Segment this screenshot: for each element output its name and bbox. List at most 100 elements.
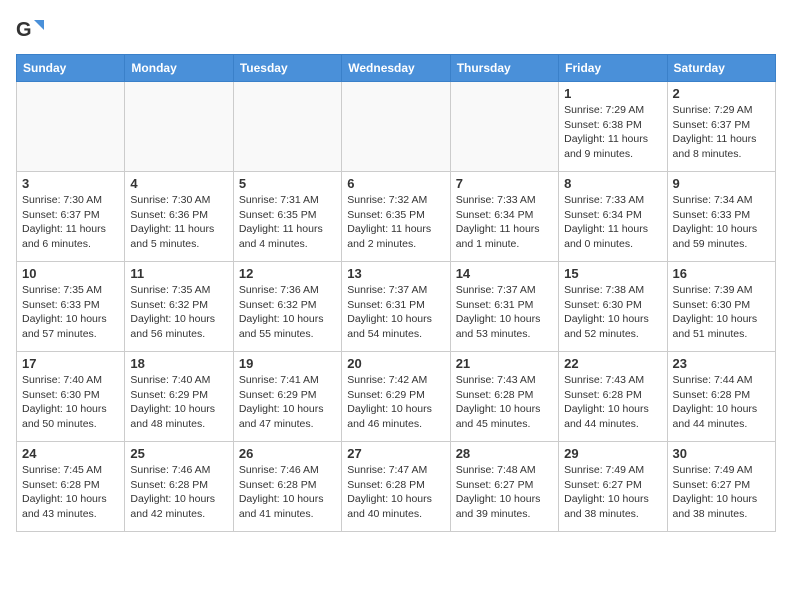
page-header: G bbox=[16, 16, 776, 44]
calendar-cell: 6 Sunrise: 7:32 AMSunset: 6:35 PMDaylight… bbox=[342, 172, 450, 262]
weekday-header-sunday: Sunday bbox=[17, 55, 125, 82]
day-number: 20 bbox=[347, 356, 444, 371]
calendar-cell: 10 Sunrise: 7:35 AMSunset: 6:33 PMDayligh… bbox=[17, 262, 125, 352]
calendar-cell: 9Sunrise: 7:34 AMSunset: 6:33 PMDaylight… bbox=[667, 172, 775, 262]
day-number: 3 bbox=[22, 176, 119, 191]
calendar-cell bbox=[450, 82, 558, 172]
calendar-header-row: SundayMondayTuesdayWednesdayThursdayFrid… bbox=[17, 55, 776, 82]
day-number: 24 bbox=[22, 446, 119, 461]
day-info: Sunrise: 7:31 AMSunset: 6:35 PMDaylight:… bbox=[239, 193, 336, 252]
calendar-cell bbox=[17, 82, 125, 172]
calendar-cell: 28Sunrise: 7:48 AMSunset: 6:27 PMDayligh… bbox=[450, 442, 558, 532]
day-number: 10 bbox=[22, 266, 119, 281]
calendar-cell: 20 Sunrise: 7:42 AMSunset: 6:29 PMDayligh… bbox=[342, 352, 450, 442]
day-number: 29 bbox=[564, 446, 661, 461]
calendar-cell: 18 Sunrise: 7:40 AMSunset: 6:29 PMDayligh… bbox=[125, 352, 233, 442]
calendar-week-2: 3 Sunrise: 7:30 AMSunset: 6:37 PMDaylight… bbox=[17, 172, 776, 262]
day-info: Sunrise: 7:45 AMSunset: 6:28 PMDaylight:… bbox=[22, 463, 119, 522]
day-number: 1 bbox=[564, 86, 661, 101]
day-number: 18 bbox=[130, 356, 227, 371]
calendar-cell: 22 Sunrise: 7:43 AMSunset: 6:28 PMDayligh… bbox=[559, 352, 667, 442]
calendar-cell: 30 Sunrise: 7:49 AMSunset: 6:27 PMDayligh… bbox=[667, 442, 775, 532]
day-number: 22 bbox=[564, 356, 661, 371]
day-info: Sunrise: 7:43 AMSunset: 6:28 PMDaylight:… bbox=[564, 373, 661, 432]
weekday-header-thursday: Thursday bbox=[450, 55, 558, 82]
calendar-cell: 29 Sunrise: 7:49 AMSunset: 6:27 PMDayligh… bbox=[559, 442, 667, 532]
weekday-header-tuesday: Tuesday bbox=[233, 55, 341, 82]
logo: G bbox=[16, 16, 48, 44]
day-info: Sunrise: 7:49 AMSunset: 6:27 PMDaylight:… bbox=[673, 463, 770, 522]
calendar-cell: 15 Sunrise: 7:38 AMSunset: 6:30 PMDayligh… bbox=[559, 262, 667, 352]
calendar-cell: 12 Sunrise: 7:36 AMSunset: 6:32 PMDayligh… bbox=[233, 262, 341, 352]
calendar-cell: 14 Sunrise: 7:37 AMSunset: 6:31 PMDayligh… bbox=[450, 262, 558, 352]
day-number: 19 bbox=[239, 356, 336, 371]
day-info: Sunrise: 7:42 AMSunset: 6:29 PMDaylight:… bbox=[347, 373, 444, 432]
day-number: 30 bbox=[673, 446, 770, 461]
calendar-week-1: 1 Sunrise: 7:29 AMSunset: 6:38 PMDaylight… bbox=[17, 82, 776, 172]
day-number: 15 bbox=[564, 266, 661, 281]
calendar-cell: 23Sunrise: 7:44 AMSunset: 6:28 PMDayligh… bbox=[667, 352, 775, 442]
day-info: Sunrise: 7:36 AMSunset: 6:32 PMDaylight:… bbox=[239, 283, 336, 342]
day-number: 4 bbox=[130, 176, 227, 191]
day-info: Sunrise: 7:49 AMSunset: 6:27 PMDaylight:… bbox=[564, 463, 661, 522]
day-info: Sunrise: 7:43 AMSunset: 6:28 PMDaylight:… bbox=[456, 373, 553, 432]
calendar-cell bbox=[125, 82, 233, 172]
day-info: Sunrise: 7:41 AMSunset: 6:29 PMDaylight:… bbox=[239, 373, 336, 432]
day-info: Sunrise: 7:44 AMSunset: 6:28 PMDaylight:… bbox=[673, 373, 770, 432]
calendar-cell: 21 Sunrise: 7:43 AMSunset: 6:28 PMDayligh… bbox=[450, 352, 558, 442]
calendar-cell: 19 Sunrise: 7:41 AMSunset: 6:29 PMDayligh… bbox=[233, 352, 341, 442]
day-info: Sunrise: 7:32 AMSunset: 6:35 PMDaylight:… bbox=[347, 193, 444, 252]
calendar-cell: 27 Sunrise: 7:47 AMSunset: 6:28 PMDayligh… bbox=[342, 442, 450, 532]
calendar-cell: 11 Sunrise: 7:35 AMSunset: 6:32 PMDayligh… bbox=[125, 262, 233, 352]
calendar-cell: 26Sunrise: 7:46 AMSunset: 6:28 PMDayligh… bbox=[233, 442, 341, 532]
weekday-header-friday: Friday bbox=[559, 55, 667, 82]
day-info: Sunrise: 7:35 AMSunset: 6:33 PMDaylight:… bbox=[22, 283, 119, 342]
svg-text:G: G bbox=[16, 19, 32, 41]
day-number: 16 bbox=[673, 266, 770, 281]
calendar-cell bbox=[342, 82, 450, 172]
day-info: Sunrise: 7:39 AMSunset: 6:30 PMDaylight:… bbox=[673, 283, 770, 342]
day-info: Sunrise: 7:40 AMSunset: 6:29 PMDaylight:… bbox=[130, 373, 227, 432]
calendar-cell: 8Sunrise: 7:33 AMSunset: 6:34 PMDaylight… bbox=[559, 172, 667, 262]
day-info: Sunrise: 7:37 AMSunset: 6:31 PMDaylight:… bbox=[347, 283, 444, 342]
logo-icon: G bbox=[16, 16, 44, 44]
day-number: 12 bbox=[239, 266, 336, 281]
day-number: 6 bbox=[347, 176, 444, 191]
calendar-cell: 17Sunrise: 7:40 AMSunset: 6:30 PMDayligh… bbox=[17, 352, 125, 442]
day-number: 5 bbox=[239, 176, 336, 191]
day-number: 11 bbox=[130, 266, 227, 281]
weekday-header-saturday: Saturday bbox=[667, 55, 775, 82]
calendar: SundayMondayTuesdayWednesdayThursdayFrid… bbox=[16, 54, 776, 532]
day-number: 25 bbox=[130, 446, 227, 461]
day-info: Sunrise: 7:38 AMSunset: 6:30 PMDaylight:… bbox=[564, 283, 661, 342]
weekday-header-wednesday: Wednesday bbox=[342, 55, 450, 82]
day-number: 21 bbox=[456, 356, 553, 371]
day-info: Sunrise: 7:48 AMSunset: 6:27 PMDaylight:… bbox=[456, 463, 553, 522]
day-info: Sunrise: 7:37 AMSunset: 6:31 PMDaylight:… bbox=[456, 283, 553, 342]
calendar-cell: 25 Sunrise: 7:46 AMSunset: 6:28 PMDayligh… bbox=[125, 442, 233, 532]
day-info: Sunrise: 7:47 AMSunset: 6:28 PMDaylight:… bbox=[347, 463, 444, 522]
day-number: 7 bbox=[456, 176, 553, 191]
calendar-week-5: 24 Sunrise: 7:45 AMSunset: 6:28 PMDayligh… bbox=[17, 442, 776, 532]
day-info: Sunrise: 7:30 AMSunset: 6:36 PMDaylight:… bbox=[130, 193, 227, 252]
day-info: Sunrise: 7:40 AMSunset: 6:30 PMDaylight:… bbox=[22, 373, 119, 432]
day-number: 9 bbox=[673, 176, 770, 191]
calendar-cell bbox=[233, 82, 341, 172]
calendar-cell: 13 Sunrise: 7:37 AMSunset: 6:31 PMDayligh… bbox=[342, 262, 450, 352]
day-number: 8 bbox=[564, 176, 661, 191]
day-info: Sunrise: 7:29 AMSunset: 6:38 PMDaylight:… bbox=[564, 103, 661, 162]
calendar-cell: 1 Sunrise: 7:29 AMSunset: 6:38 PMDaylight… bbox=[559, 82, 667, 172]
day-info: Sunrise: 7:35 AMSunset: 6:32 PMDaylight:… bbox=[130, 283, 227, 342]
day-number: 27 bbox=[347, 446, 444, 461]
calendar-cell: 3 Sunrise: 7:30 AMSunset: 6:37 PMDaylight… bbox=[17, 172, 125, 262]
calendar-cell: 4 Sunrise: 7:30 AMSunset: 6:36 PMDaylight… bbox=[125, 172, 233, 262]
calendar-cell: 5 Sunrise: 7:31 AMSunset: 6:35 PMDaylight… bbox=[233, 172, 341, 262]
day-info: Sunrise: 7:29 AMSunset: 6:37 PMDaylight:… bbox=[673, 103, 770, 162]
day-info: Sunrise: 7:46 AMSunset: 6:28 PMDaylight:… bbox=[130, 463, 227, 522]
day-number: 14 bbox=[456, 266, 553, 281]
weekday-header-monday: Monday bbox=[125, 55, 233, 82]
day-number: 26 bbox=[239, 446, 336, 461]
day-number: 13 bbox=[347, 266, 444, 281]
calendar-week-3: 10 Sunrise: 7:35 AMSunset: 6:33 PMDayligh… bbox=[17, 262, 776, 352]
day-info: Sunrise: 7:30 AMSunset: 6:37 PMDaylight:… bbox=[22, 193, 119, 252]
